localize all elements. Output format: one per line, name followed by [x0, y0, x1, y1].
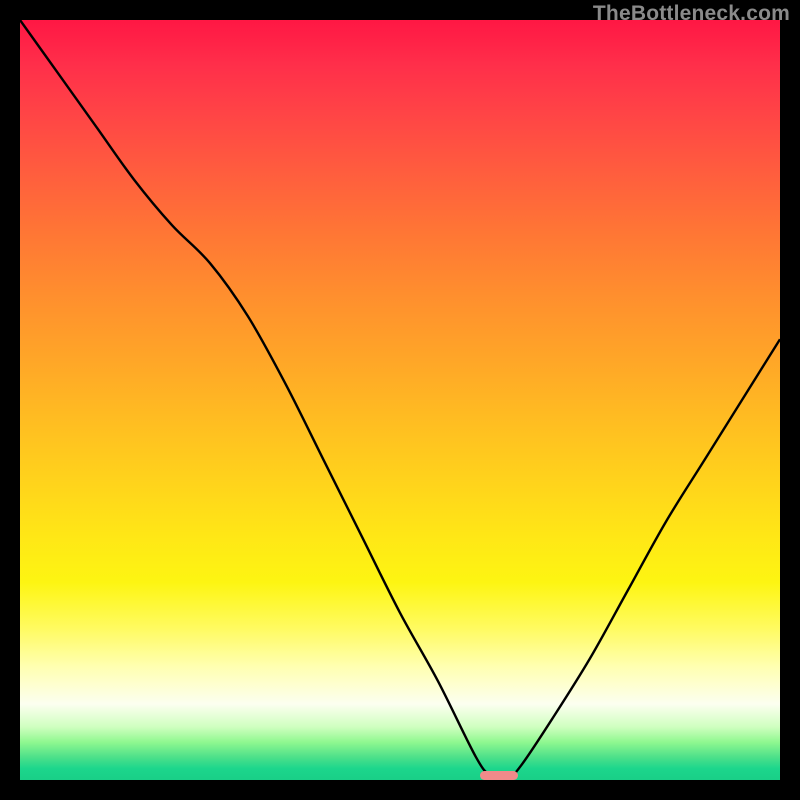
y-axis: [18, 20, 20, 780]
x-axis: [20, 780, 780, 782]
plot-area: [20, 20, 780, 780]
bottleneck-curve-line: [20, 20, 780, 780]
watermark-text: TheBottleneck.com: [593, 2, 790, 26]
optimal-marker: [480, 771, 518, 780]
curve-layer: [20, 20, 780, 780]
bottleneck-chart: TheBottleneck.com: [0, 0, 800, 800]
